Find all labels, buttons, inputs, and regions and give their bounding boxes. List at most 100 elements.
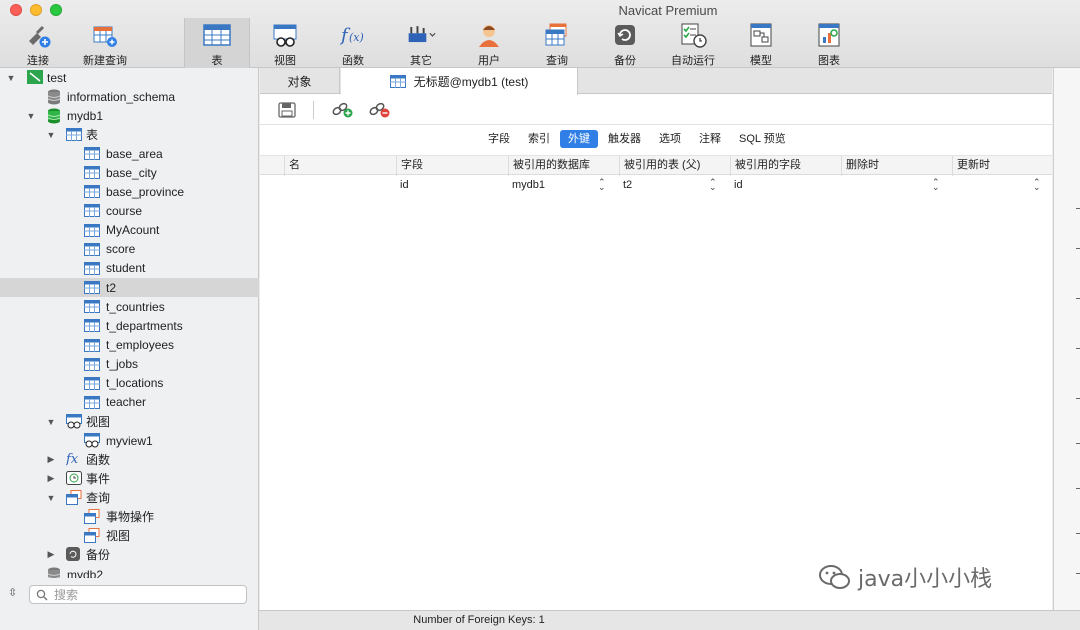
tree-table-item[interactable]: base_province <box>0 182 259 201</box>
tree-table-item[interactable]: t2 <box>0 278 259 298</box>
table-group-icon <box>66 128 82 142</box>
add-foreign-key-button[interactable] <box>332 102 354 118</box>
disclosure-expanded-icon[interactable]: ▼ <box>26 111 36 121</box>
tree-view-myview1[interactable]: myview1 <box>0 431 259 450</box>
tab-objects[interactable]: 对象 <box>260 68 340 94</box>
disclosure-collapsed-icon[interactable]: ▶ <box>46 473 56 484</box>
toolbar-other-button[interactable]: 其它 <box>388 18 454 68</box>
section-tab-indexes[interactable]: 索引 <box>520 130 558 148</box>
tree-query-view[interactable]: 视图 <box>0 526 259 545</box>
section-tab-sql-preview[interactable]: SQL 预览 <box>731 130 794 148</box>
disclosure-expanded-icon[interactable]: ▼ <box>46 417 56 427</box>
column-header-on-delete[interactable]: 删除时 <box>841 156 952 176</box>
inspector-divider <box>1076 573 1080 574</box>
section-tab-foreign-keys[interactable]: 外键 <box>560 130 598 148</box>
tree-table-item[interactable]: t_employees <box>0 336 259 355</box>
tree-query-transaction[interactable]: 事物操作 <box>0 507 259 526</box>
sort-toggle-icon[interactable]: ⇳ <box>8 586 17 599</box>
cell-ref-field[interactable]: id <box>730 175 841 195</box>
tree-queries-group[interactable]: ▼ 查询 <box>0 488 259 507</box>
toolbar-automation-button[interactable]: 自动运行 <box>660 18 726 68</box>
disclosure-collapsed-icon[interactable]: ▶ <box>46 549 56 560</box>
save-button[interactable] <box>278 102 296 118</box>
table-icon <box>84 281 100 295</box>
ref-table-select-chevron-icon[interactable]: ⌃ ⌄ <box>709 178 717 192</box>
column-header-field[interactable]: 字段 <box>396 156 508 176</box>
tree-backup-group[interactable]: ▶ 备份 <box>0 545 259 564</box>
tree-tables-group[interactable]: ▼ 表 <box>0 125 259 144</box>
disclosure-expanded-icon[interactable]: ▼ <box>6 73 16 83</box>
table-icon <box>389 75 406 88</box>
column-header-ref-table[interactable]: 被引用的表 (父) <box>619 156 730 176</box>
section-tab-fields[interactable]: 字段 <box>480 130 518 148</box>
toolbar-backup-button[interactable]: 备份 <box>592 18 658 68</box>
toolbar-chart-button[interactable]: 图表 <box>796 18 862 68</box>
tree-table-item[interactable]: base_area <box>0 144 259 163</box>
on-update-select-chevron-icon[interactable]: ⌃ ⌄ <box>1033 178 1041 192</box>
inspector-divider <box>1076 248 1080 249</box>
designer-toolbar <box>260 95 1052 125</box>
main-toolbar: 连接 新建查询 表 视图 f (x) 函数 其它 用户 查询 备份 自动运行 模… <box>0 18 1080 68</box>
sidebar-search-input[interactable]: 搜索 <box>29 585 247 604</box>
tree-table-item[interactable]: student <box>0 259 259 278</box>
table-icon <box>84 357 100 372</box>
table-name: MyAcount <box>106 223 160 238</box>
cell-name[interactable] <box>284 175 396 195</box>
toolbar-separator <box>313 101 314 119</box>
tree-table-item[interactable]: t_locations <box>0 374 259 393</box>
toolbar-user-button[interactable]: 用户 <box>456 18 522 68</box>
tree-table-item[interactable]: t_departments <box>0 316 259 335</box>
tree-table-item[interactable]: score <box>0 240 259 259</box>
disclosure-expanded-icon[interactable]: ▼ <box>46 130 56 140</box>
tree-table-item[interactable]: MyAcount <box>0 221 259 240</box>
disclosure-collapsed-icon[interactable]: ▶ <box>46 454 56 465</box>
section-tab-options[interactable]: 选项 <box>651 130 689 148</box>
tree-events-group[interactable]: ▶ 事件 <box>0 469 259 488</box>
title-bar: Navicat Premium 连接 新建查询 表 视图 f (x) 函数 其它… <box>0 0 1080 68</box>
table-name: t_jobs <box>106 357 139 372</box>
new-query-icon <box>90 21 120 49</box>
automation-icon <box>678 21 708 49</box>
tree-table-item[interactable]: t_countries <box>0 297 259 316</box>
tree-database-information-schema[interactable]: information_schema <box>0 87 259 106</box>
table-name: course <box>106 203 143 218</box>
section-tab-triggers[interactable]: 触发器 <box>600 130 649 148</box>
toolbar-query-button[interactable]: 查询 <box>524 18 590 68</box>
table-row[interactable]: id mydb1 ⌃ ⌄ t2 ⌃ ⌄ id ⌃ ⌄ ⌃ ⌄ <box>260 175 1052 195</box>
tab-table-designer[interactable]: 无标题@mydb1 (test) <box>341 68 578 95</box>
column-header-on-update[interactable]: 更新时 <box>952 156 1052 176</box>
table-icon <box>84 185 100 199</box>
toolbar-model-button[interactable]: 模型 <box>728 18 794 68</box>
on-delete-select-chevron-icon[interactable]: ⌃ ⌄ <box>932 178 940 192</box>
table-icon <box>84 242 100 257</box>
toolbar-new-query-button[interactable]: 新建查询 <box>72 18 138 68</box>
disclosure-expanded-icon[interactable]: ▼ <box>46 493 56 503</box>
column-header-ref-field[interactable]: 被引用的字段 <box>730 156 841 176</box>
tree-table-item[interactable]: course <box>0 201 259 220</box>
tree-table-item[interactable]: teacher <box>0 393 259 412</box>
toolbar-connection-button[interactable]: 连接 <box>5 18 71 68</box>
ref-database-select-chevron-icon[interactable]: ⌃ ⌄ <box>598 178 606 192</box>
table-icon <box>84 223 100 238</box>
cell-field[interactable]: id <box>396 175 508 195</box>
event-clock-icon <box>66 471 82 485</box>
section-tab-comment[interactable]: 注释 <box>691 130 729 148</box>
view-icon <box>84 433 100 448</box>
query-icon <box>84 528 100 543</box>
column-header-ref-database[interactable]: 被引用的数据库 <box>508 156 619 176</box>
table-name: teacher <box>106 395 147 410</box>
tree-views-group[interactable]: ▼ 视图 <box>0 412 259 431</box>
toolbar-table-button[interactable]: 表 <box>184 18 250 68</box>
delete-foreign-key-button[interactable] <box>369 102 391 118</box>
tree-table-item[interactable]: base_city <box>0 163 259 182</box>
backup-icon <box>610 21 640 49</box>
tree-database-mydb1[interactable]: ▼ mydb1 <box>0 106 259 125</box>
toolbar-function-button[interactable]: f (x) 函数 <box>320 18 386 68</box>
toolbar-view-button[interactable]: 视图 <box>252 18 318 68</box>
tree-table-item[interactable]: t_jobs <box>0 355 259 374</box>
query-group-icon <box>66 490 82 505</box>
column-header-name[interactable]: 名 <box>284 156 396 176</box>
tree-functions-group[interactable]: ▶ fx 函数 <box>0 450 259 469</box>
database-icon <box>47 108 63 124</box>
tree-connection-test[interactable]: ▼ test <box>0 68 259 87</box>
